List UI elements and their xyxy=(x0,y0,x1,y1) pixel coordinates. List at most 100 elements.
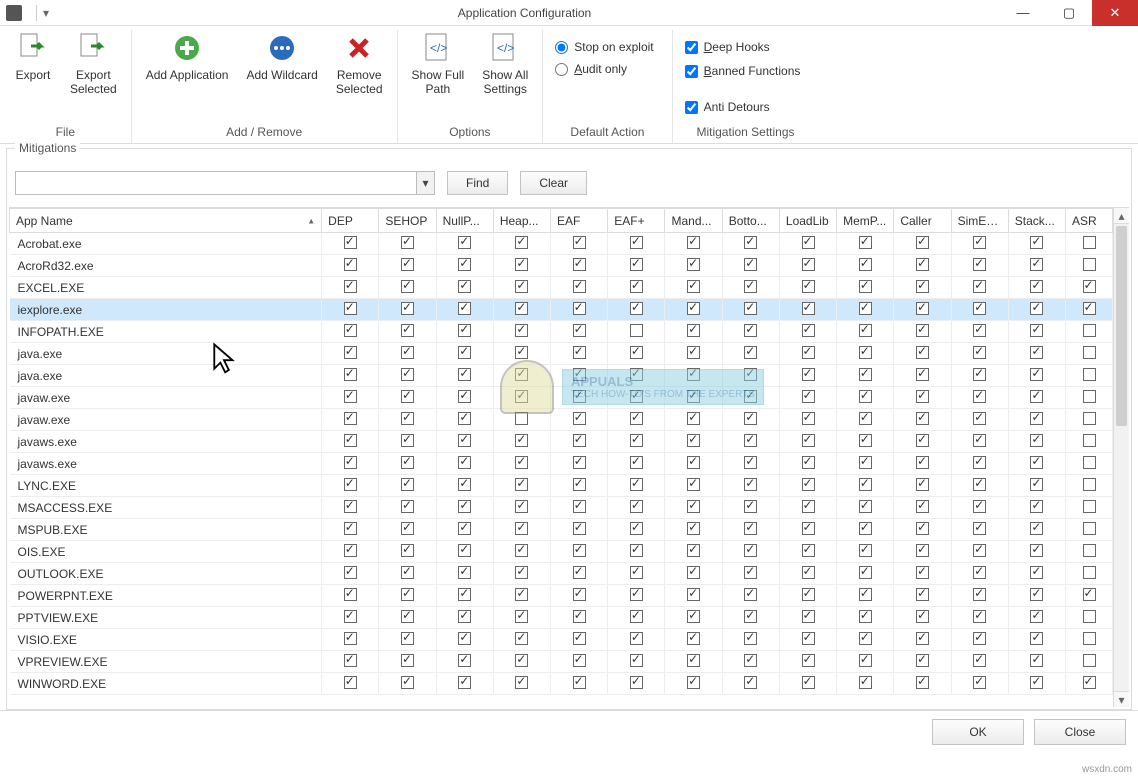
checkbox-icon[interactable] xyxy=(744,610,757,623)
checkbox-icon[interactable] xyxy=(401,324,414,337)
checkbox-cell[interactable] xyxy=(665,651,722,673)
column-header[interactable]: DEP xyxy=(322,209,379,233)
app-name-cell[interactable]: VPREVIEW.EXE xyxy=(10,651,322,673)
checkbox-cell[interactable] xyxy=(894,365,951,387)
checkbox-icon[interactable] xyxy=(802,654,815,667)
checkbox-icon[interactable] xyxy=(344,368,357,381)
checkbox-icon[interactable] xyxy=(344,544,357,557)
checkbox-icon[interactable] xyxy=(458,566,471,579)
checkbox-cell[interactable] xyxy=(436,233,493,255)
checkbox-icon[interactable] xyxy=(458,632,471,645)
checkbox-cell[interactable] xyxy=(665,387,722,409)
checkbox-cell[interactable] xyxy=(379,673,436,695)
checkbox-icon[interactable] xyxy=(859,654,872,667)
checkbox-icon[interactable] xyxy=(344,258,357,271)
checkbox-cell[interactable] xyxy=(379,585,436,607)
checkbox-icon[interactable] xyxy=(344,632,357,645)
checkbox-cell[interactable] xyxy=(608,387,665,409)
checkbox-cell[interactable] xyxy=(436,497,493,519)
checkbox-cell[interactable] xyxy=(722,541,779,563)
checkbox-cell[interactable] xyxy=(436,255,493,277)
checkbox-icon[interactable] xyxy=(458,390,471,403)
checkbox-cell[interactable] xyxy=(551,409,608,431)
checkbox-icon[interactable] xyxy=(1083,346,1096,359)
checkbox-cell[interactable] xyxy=(1008,563,1065,585)
checkbox-icon[interactable] xyxy=(515,676,528,689)
checkbox-cell[interactable] xyxy=(608,475,665,497)
checkbox-cell[interactable] xyxy=(322,563,379,585)
checkbox-cell[interactable] xyxy=(551,343,608,365)
checkbox-icon[interactable] xyxy=(916,566,929,579)
checkbox-icon[interactable] xyxy=(344,522,357,535)
table-row[interactable]: OIS.EXE xyxy=(10,541,1113,563)
checkbox-icon[interactable] xyxy=(859,500,872,513)
checkbox-cell[interactable] xyxy=(1066,387,1113,409)
checkbox-icon[interactable] xyxy=(687,302,700,315)
checkbox-icon[interactable] xyxy=(916,434,929,447)
table-row[interactable]: POWERPNT.EXE xyxy=(10,585,1113,607)
checkbox-cell[interactable] xyxy=(379,497,436,519)
checkbox-icon[interactable] xyxy=(630,610,643,623)
checkbox-cell[interactable] xyxy=(894,651,951,673)
checkbox-cell[interactable] xyxy=(894,475,951,497)
checkbox-cell[interactable] xyxy=(837,255,894,277)
checkbox-cell[interactable] xyxy=(951,475,1008,497)
app-name-cell[interactable]: Acrobat.exe xyxy=(10,233,322,255)
checkbox-cell[interactable] xyxy=(551,453,608,475)
checkbox-icon[interactable] xyxy=(687,346,700,359)
checkbox-icon[interactable] xyxy=(916,412,929,425)
checkbox-cell[interactable] xyxy=(551,651,608,673)
checkbox-icon[interactable] xyxy=(458,610,471,623)
checkbox-icon[interactable] xyxy=(458,544,471,557)
checkbox-icon[interactable] xyxy=(916,588,929,601)
checkbox-icon[interactable] xyxy=(687,610,700,623)
checkbox-cell[interactable] xyxy=(493,497,550,519)
checkbox-cell[interactable] xyxy=(665,497,722,519)
checkbox-icon[interactable] xyxy=(573,500,586,513)
checkbox-cell[interactable] xyxy=(894,431,951,453)
checkbox-icon[interactable] xyxy=(973,632,986,645)
app-name-cell[interactable]: EXCEL.EXE xyxy=(10,277,322,299)
checkbox-cell[interactable] xyxy=(951,431,1008,453)
checkbox-icon[interactable] xyxy=(973,302,986,315)
checkbox-icon[interactable] xyxy=(687,500,700,513)
checkbox-cell[interactable] xyxy=(951,519,1008,541)
checkbox-icon[interactable] xyxy=(859,236,872,249)
checkbox-icon[interactable] xyxy=(1083,412,1096,425)
checkbox-cell[interactable] xyxy=(379,541,436,563)
checkbox-icon[interactable] xyxy=(401,588,414,601)
table-row[interactable]: java.exe xyxy=(10,343,1113,365)
checkbox-icon[interactable] xyxy=(1083,500,1096,513)
checkbox-cell[interactable] xyxy=(894,673,951,695)
checkbox-icon[interactable] xyxy=(744,456,757,469)
checkbox-cell[interactable] xyxy=(665,585,722,607)
checkbox-cell[interactable] xyxy=(779,519,836,541)
checkbox-icon[interactable] xyxy=(859,610,872,623)
checkbox-cell[interactable] xyxy=(779,475,836,497)
checkbox-cell[interactable] xyxy=(1066,607,1113,629)
checkbox-icon[interactable] xyxy=(401,456,414,469)
app-name-cell[interactable]: javaw.exe xyxy=(10,387,322,409)
checkbox-cell[interactable] xyxy=(1066,673,1113,695)
column-header[interactable]: SEHOP xyxy=(379,209,436,233)
checkbox-cell[interactable] xyxy=(665,475,722,497)
checkbox-icon[interactable] xyxy=(1030,280,1043,293)
checkbox-icon[interactable] xyxy=(802,588,815,601)
checkbox-cell[interactable] xyxy=(722,299,779,321)
checkbox-icon[interactable] xyxy=(573,610,586,623)
checkbox-icon[interactable] xyxy=(1083,632,1096,645)
checkbox-icon[interactable] xyxy=(859,346,872,359)
checkbox-icon[interactable] xyxy=(859,324,872,337)
checkbox-icon[interactable] xyxy=(458,412,471,425)
checkbox-cell[interactable] xyxy=(894,233,951,255)
checkbox-icon[interactable] xyxy=(344,434,357,447)
checkbox-cell[interactable] xyxy=(322,321,379,343)
checkbox-cell[interactable] xyxy=(436,629,493,651)
checkbox-cell[interactable] xyxy=(837,651,894,673)
checkbox-cell[interactable] xyxy=(1008,585,1065,607)
checkbox-icon[interactable] xyxy=(458,588,471,601)
checkbox-icon[interactable] xyxy=(744,258,757,271)
checkbox-icon[interactable] xyxy=(859,676,872,689)
checkbox-cell[interactable] xyxy=(722,233,779,255)
ok-button[interactable]: OK xyxy=(932,719,1024,745)
